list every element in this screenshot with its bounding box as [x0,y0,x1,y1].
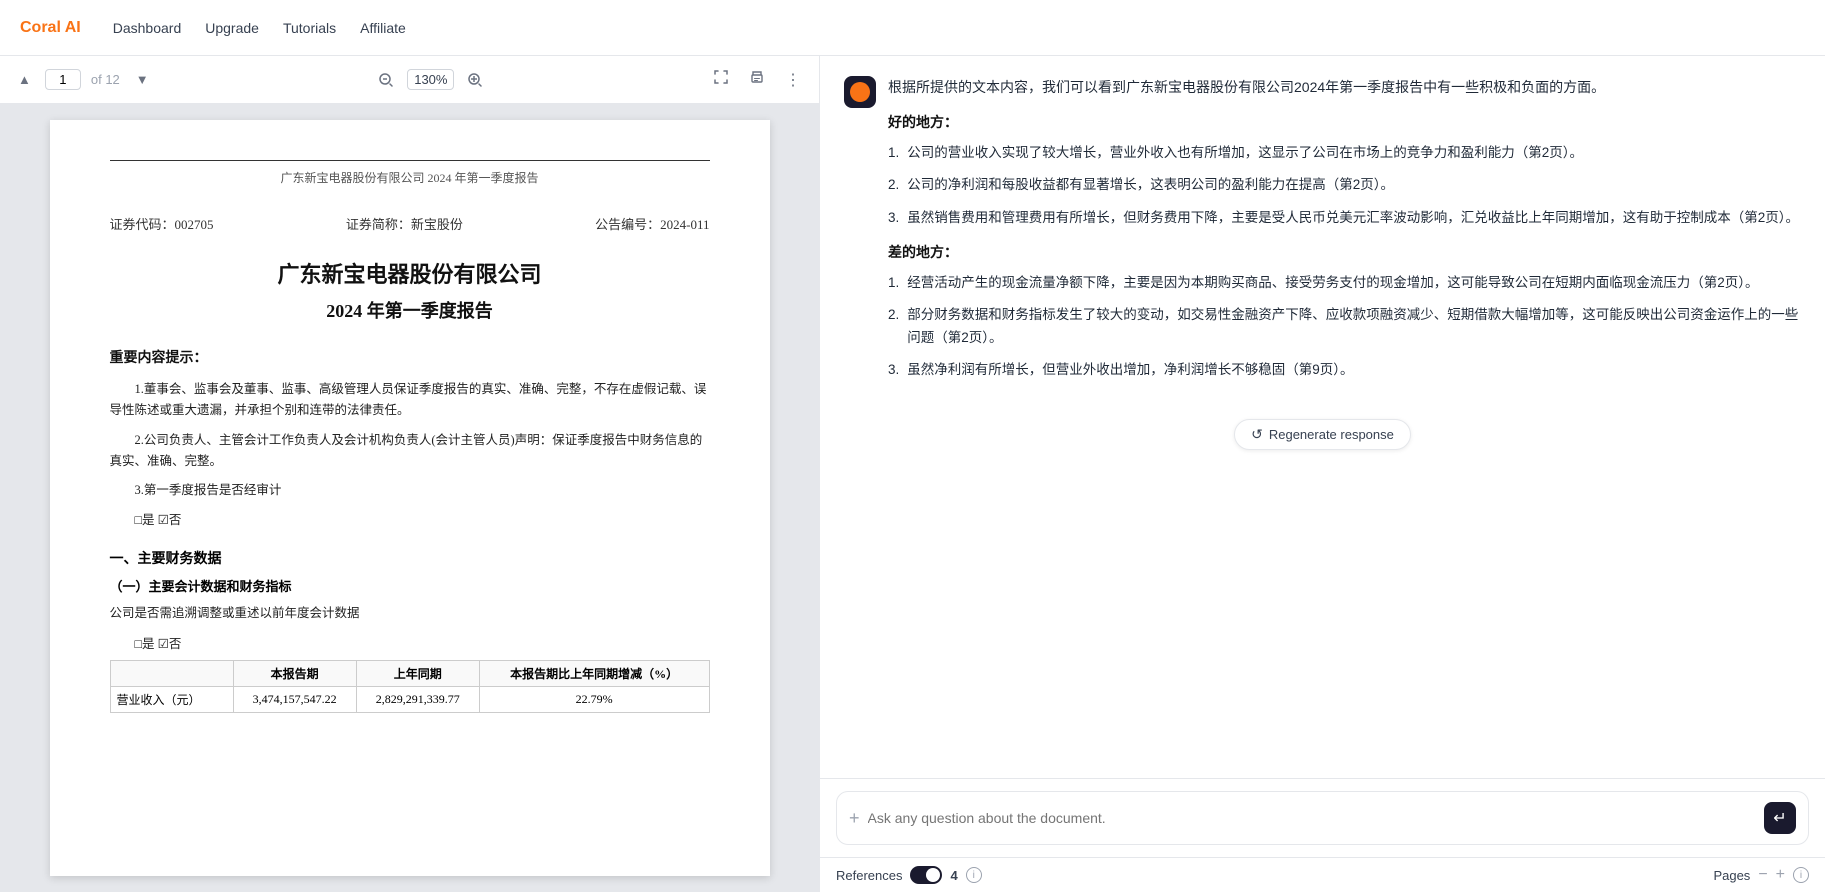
table-cell-change: 22.79% [479,686,709,712]
pages-section: Pages − + i [1713,866,1809,884]
bad-item-3: 虽然净利润有所增长，但营业外收出增加，净利润增长不够稳固（第9页）。 [907,359,1353,381]
page-number-input[interactable] [45,69,81,90]
pdf-table-note: 公司是否需追溯调整或重述以前年度会计数据 [110,603,710,624]
pdf-page: 广东新宝电器股份有限公司 2024 年第一季度报告 证券代码：002705 证券… [50,120,770,876]
pdf-para2: 2.公司负责人、主管会计工作负责人及会计机构负责人(会计主管人员)声明：保证季度… [110,430,710,473]
avatar-icon [850,82,870,102]
zoom-out-button[interactable] [373,69,399,91]
pdf-sub1: （一）主要会计数据和财务指标 [110,576,710,595]
next-page-button[interactable]: ▼ [130,68,155,91]
more-options-button[interactable]: ⋮ [779,66,807,94]
pdf-content: 广东新宝电器股份有限公司 2024 年第一季度报告 证券代码：002705 证券… [0,104,819,892]
pages-plus-button[interactable]: + [1776,866,1785,884]
references-label: References [836,868,902,883]
chat-input[interactable] [868,810,1756,826]
logo: Coral AI [20,19,81,37]
list-item: 2. 公司的净利润和每股收益都有显著增长，这表明公司的盈利能力在提高（第2页）。 [888,174,1801,196]
nav-dashboard[interactable]: Dashboard [113,20,182,36]
bad-section-title: 差的地方： [888,241,1801,264]
chat-area: 根据所提供的文本内容，我们可以看到广东新宝电器股份有限公司2024年第一季度报告… [820,56,1825,778]
pdf-important-title: 重要内容提示： [110,347,710,367]
pages-minus-button[interactable]: − [1758,866,1767,884]
pdf-meta-abbr: 证券简称：新宝股份 [346,214,463,233]
table-header-2: 上年同期 [356,660,479,686]
print-button[interactable] [743,65,771,94]
regenerate-area: ↺ Regenerate response [844,411,1801,458]
prev-page-button[interactable]: ▲ [12,68,37,91]
table-cell-current: 3,474,157,547.22 [233,686,356,712]
pdf-title-main: 广东新宝电器股份有限公司 [110,257,710,289]
right-panel: 根据所提供的文本内容，我们可以看到广东新宝电器股份有限公司2024年第一季度报告… [820,56,1825,892]
good-section-title: 好的地方： [888,111,1801,134]
bottom-bar: References 4 i Pages − + i [820,857,1825,892]
ai-avatar [844,76,876,108]
pdf-meta: 证券代码：002705 证券简称：新宝股份 公告编号：2024-011 [110,214,710,233]
input-box: + ↵ [836,791,1809,845]
nav-tutorials[interactable]: Tutorials [283,20,336,36]
ai-message: 根据所提供的文本内容，我们可以看到广东新宝电器股份有限公司2024年第一季度报告… [844,76,1801,391]
toggle-knob [926,868,940,882]
main-area: ▲ of 12 ▼ 130% ⋮ 广东新宝电器股份有限公司 20 [0,56,1825,892]
send-button[interactable]: ↵ [1764,802,1796,834]
table-header-0 [110,660,233,686]
pdf-para1: 1.董事会、监事会及董事、监事、高级管理人员保证季度报告的真实、准确、完整，不存… [110,379,710,422]
pages-label: Pages [1713,868,1750,883]
good-item-3: 虽然销售费用和管理费用有所增长，但财务费用下降，主要是受人民币兑美元汇率波动影响… [907,207,1799,229]
table-cell-label: 营业收入（元） [110,686,233,712]
chat-input-area: + ↵ [820,778,1825,857]
pdf-para3: 3.第一季度报告是否经审计 [110,480,710,501]
nav-affiliate[interactable]: Affiliate [360,20,406,36]
pdf-title-sub: 2024 年第一季度报告 [110,297,710,323]
regenerate-icon: ↺ [1251,426,1263,443]
nav-upgrade[interactable]: Upgrade [205,20,259,36]
pdf-header: 广东新宝电器股份有限公司 2024 年第一季度报告 [110,160,710,194]
fullscreen-button[interactable] [707,65,735,94]
references-toggle[interactable] [910,866,942,884]
bad-item-1: 经营活动产生的现金流量净额下降，主要是因为本期购买商品、接受劳务支付的现金增加，… [907,272,1758,294]
table-header-3: 本报告期比上年同期增减（%） [479,660,709,686]
good-items-list: 1. 公司的营业收入实现了较大增长，营业外收入也有所增加，这显示了公司在市场上的… [888,142,1801,229]
good-item-2: 公司的净利润和每股收益都有显著增长，这表明公司的盈利能力在提高（第2页）。 [907,174,1394,196]
pdf-financial-table: 本报告期 上年同期 本报告期比上年同期增减（%） 营业收入（元） 3,474,1… [110,660,710,713]
zoom-level[interactable]: 130% [407,69,454,90]
pdf-panel: ▲ of 12 ▼ 130% ⋮ 广东新宝电器股份有限公司 20 [0,56,820,892]
table-row: 营业收入（元） 3,474,157,547.22 2,829,291,339.7… [110,686,709,712]
list-item: 1. 公司的营业收入实现了较大增长，营业外收入也有所增加，这显示了公司在市场上的… [888,142,1801,164]
pdf-meta-code: 证券代码：002705 [110,214,214,233]
pdf-meta-announce: 公告编号：2024-011 [595,214,709,233]
pdf-toolbar: ▲ of 12 ▼ 130% ⋮ [0,56,819,104]
zoom-in-button[interactable] [462,69,488,91]
references-section: References 4 i [836,866,982,884]
ref-count: 4 [950,868,957,883]
list-item: 3. 虽然净利润有所增长，但营业外收出增加，净利润增长不够稳固（第9页）。 [888,359,1801,381]
references-info-icon[interactable]: i [966,867,982,883]
message-content: 根据所提供的文本内容，我们可以看到广东新宝电器股份有限公司2024年第一季度报告… [888,76,1801,391]
good-item-1: 公司的营业收入实现了较大增长，营业外收入也有所增加，这显示了公司在市场上的竞争力… [907,142,1583,164]
list-item: 3. 虽然销售费用和管理费用有所增长，但财务费用下降，主要是受人民币兑美元汇率波… [888,207,1801,229]
pdf-checkbox2: □是 ☑否 [135,633,710,652]
pdf-section1: 一、主要财务数据 [110,548,710,568]
attach-button[interactable]: + [849,809,860,827]
pages-info-icon[interactable]: i [1793,867,1809,883]
regenerate-button[interactable]: ↺ Regenerate response [1234,419,1411,450]
page-separator: of 12 [91,72,120,87]
pdf-checkbox1: □是 ☑否 [135,509,710,528]
list-item: 1. 经营活动产生的现金流量净额下降，主要是因为本期购买商品、接受劳务支付的现金… [888,272,1801,294]
list-item: 2. 部分财务数据和财务指标发生了较大的变动，如交易性金融资产下降、应收款项融资… [888,304,1801,349]
bad-items-list: 1. 经营活动产生的现金流量净额下降，主要是因为本期购买商品、接受劳务支付的现金… [888,272,1801,381]
table-header-1: 本报告期 [233,660,356,686]
top-nav: Coral AI Dashboard Upgrade Tutorials Aff… [0,0,1825,56]
regenerate-label: Regenerate response [1269,427,1394,442]
table-cell-prev: 2,829,291,339.77 [356,686,479,712]
bad-item-2: 部分财务数据和财务指标发生了较大的变动，如交易性金融资产下降、应收款项融资减少、… [907,304,1801,349]
message-intro: 根据所提供的文本内容，我们可以看到广东新宝电器股份有限公司2024年第一季度报告… [888,76,1801,99]
